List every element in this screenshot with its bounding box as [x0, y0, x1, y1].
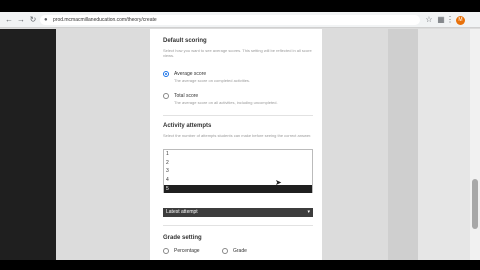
grade-setting-heading: Grade setting [163, 235, 202, 241]
percentage-label: Percentage [174, 248, 200, 254]
grade-radio[interactable] [222, 248, 228, 254]
section-divider [163, 225, 313, 226]
dropdown-option[interactable]: 3 [164, 167, 312, 175]
video-frame: ← → ↻ ● prod.mcmacmillaneducation.com/th… [0, 0, 480, 270]
mouse-cursor-icon: ➤ [275, 178, 282, 187]
dropdown-option[interactable]: 4 [164, 176, 312, 184]
total-score-sub: The average score on all activities, inc… [174, 100, 278, 105]
default-scoring-description: Select how you want to see average score… [163, 48, 312, 58]
section-divider [163, 115, 313, 116]
menu-icon[interactable]: ⋮ [445, 15, 455, 25]
address-bar[interactable]: ● prod.mcmacmillaneducation.com/theory/c… [40, 15, 420, 25]
profile-avatar[interactable]: M [456, 16, 465, 25]
average-score-label: Average score [174, 71, 207, 77]
star-icon[interactable]: ☆ [424, 15, 434, 25]
dropdown-option-highlighted[interactable]: 5 [164, 185, 312, 193]
browser-window: ← → ↻ ● prod.mcmacmillaneducation.com/th… [0, 12, 480, 260]
right-gutter [388, 29, 418, 260]
lock-icon: ● [44, 17, 48, 23]
attempts-dropdown-list: 1 2 3 4 5 [163, 149, 313, 193]
activity-attempts-description: Select the number of attempts students c… [163, 133, 312, 138]
scrollbar-thumb[interactable] [472, 179, 478, 229]
percentage-radio[interactable] [163, 248, 169, 254]
left-sidebar [0, 29, 56, 260]
total-score-label: Total score [174, 93, 199, 99]
activity-attempts-heading: Activity attempts [163, 123, 212, 129]
dropdown-option[interactable]: 2 [164, 159, 312, 167]
browser-toolbar: ← → ↻ ● prod.mcmacmillaneducation.com/th… [0, 12, 480, 28]
url-text: prod.mcmacmillaneducation.com/theory/cre… [53, 17, 157, 23]
default-scoring-heading: Default scoring [163, 38, 207, 44]
chevron-down-icon: ▾ [307, 209, 310, 215]
arrow-left-icon[interactable]: ← [4, 15, 14, 25]
average-score-radio[interactable] [163, 71, 169, 77]
arrow-right-icon[interactable]: → [16, 15, 26, 25]
settings-panel: Default scoring Select how you want to s… [150, 29, 322, 260]
dropdown-option[interactable]: 1 [164, 150, 312, 158]
attempt-type-select[interactable]: Latest attempt ▾ [163, 208, 313, 217]
page-content: Default scoring Select how you want to s… [0, 29, 480, 260]
average-score-sub: The average score on completed activitie… [174, 78, 251, 83]
reload-icon[interactable]: ↻ [28, 15, 38, 25]
grade-label: Grade [233, 248, 247, 254]
total-score-radio[interactable] [163, 93, 169, 99]
attempt-type-select-value: Latest attempt [166, 209, 198, 215]
